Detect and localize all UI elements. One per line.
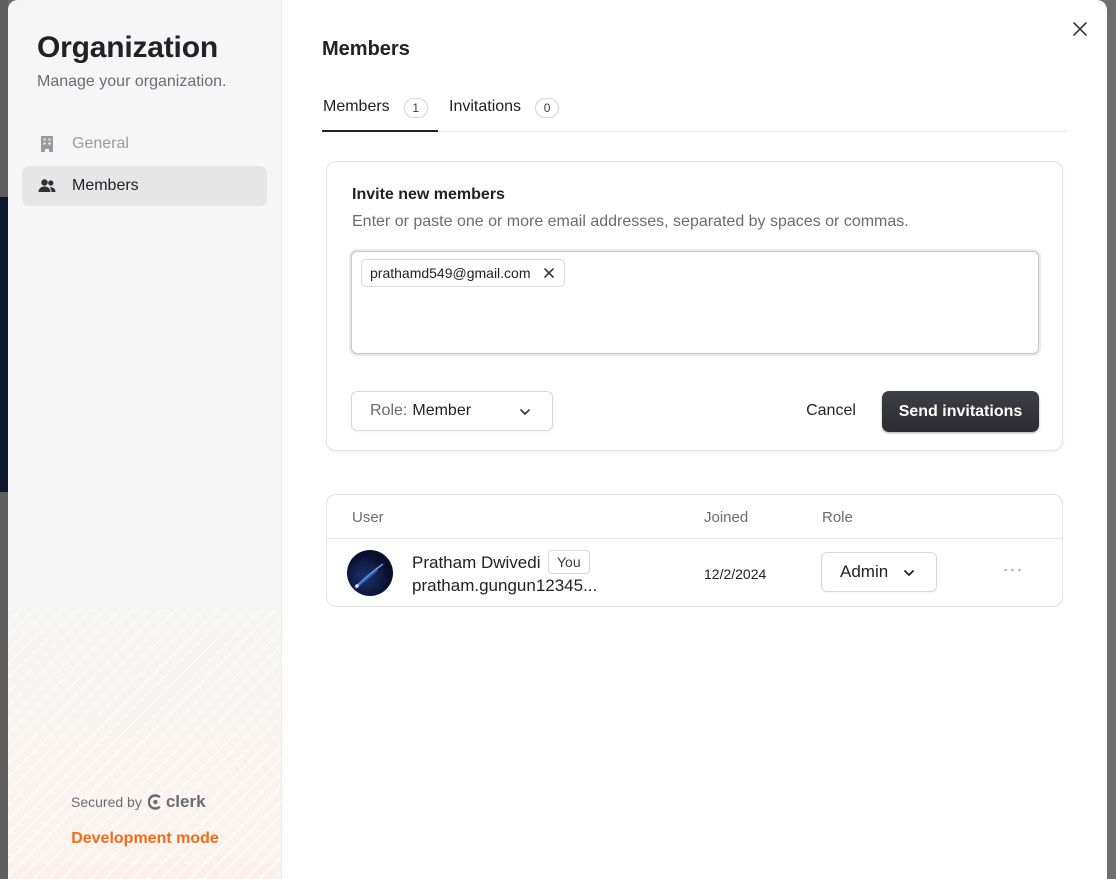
tab-invitations[interactable]: Invitations 0 [449, 92, 560, 132]
tab-count-badge: 1 [403, 98, 428, 118]
member-joined-date: 12/2/2024 [704, 566, 767, 582]
backdrop-strip [0, 197, 8, 492]
send-invitations-button[interactable]: Send invitations [882, 391, 1039, 432]
column-header-joined: Joined [704, 509, 749, 526]
tab-bar: Members 1 Invitations 0 [322, 92, 1067, 132]
members-table: User Joined Role Pratham Dwivedi You pra… [326, 494, 1063, 607]
development-mode-label: Development mode [71, 830, 219, 847]
comet-image [354, 563, 384, 590]
invite-members-card: Invite new members Enter or paste one or… [326, 161, 1063, 451]
tab-label: Invitations [449, 98, 522, 115]
you-badge: You [548, 550, 590, 574]
page-title: Members [322, 38, 410, 60]
invite-title: Invite new members [352, 186, 505, 203]
more-actions-button[interactable]: ··· [996, 557, 1030, 581]
member-name: Pratham Dwivedi [412, 553, 541, 572]
close-icon [1073, 22, 1087, 36]
sidebar-item-label: Members [72, 177, 139, 194]
secured-by-label: Secured by [71, 794, 142, 810]
role-prefix: Role: [370, 402, 408, 419]
role-select[interactable]: Role: Member [351, 391, 553, 431]
main-panel: Members Members 1 Invitations 0 Invite n… [282, 0, 1107, 879]
sidebar-item-members[interactable]: Members [22, 166, 267, 206]
email-chip: prathamd549@gmail.com [361, 259, 565, 287]
role-value: Member [412, 402, 472, 419]
sidebar-subtitle: Manage your organization. [37, 73, 227, 90]
secured-by[interactable]: Secured by clerk [71, 792, 206, 812]
member-role-value: Admin [840, 562, 889, 581]
building-icon [38, 135, 56, 153]
chevron-down-icon [904, 570, 914, 576]
invite-description: Enter or paste one or more email address… [352, 213, 909, 230]
clerk-brand: clerk [165, 792, 206, 811]
tab-count-badge: 0 [535, 98, 560, 118]
email-input[interactable]: prathamd549@gmail.com [351, 251, 1039, 354]
column-header-role: Role [822, 509, 853, 526]
close-icon [543, 268, 554, 278]
divider [327, 538, 1062, 539]
column-header-user: User [352, 509, 384, 526]
users-icon [38, 177, 56, 195]
avatar [347, 550, 393, 596]
chevron-down-icon [520, 409, 530, 415]
sidebar-title: Organization [37, 31, 218, 64]
sidebar-item-label: General [72, 135, 129, 152]
sidebar: Organization Manage your organization. G… [8, 0, 282, 879]
member-role-select[interactable]: Admin [821, 552, 937, 592]
sidebar-item-general[interactable]: General [22, 124, 267, 164]
member-email: pratham.gungun12345... [412, 576, 598, 595]
close-button[interactable] [1069, 18, 1091, 40]
email-chip-label: prathamd549@gmail.com [370, 265, 531, 281]
tab-label: Members [323, 98, 390, 115]
clerk-icon [147, 794, 161, 810]
tab-members[interactable]: Members 1 [322, 92, 438, 132]
remove-email-button[interactable] [543, 267, 555, 279]
cancel-button[interactable]: Cancel [802, 391, 860, 431]
clerk-logo: clerk [147, 792, 206, 812]
organization-modal: Organization Manage your organization. G… [8, 0, 1107, 879]
